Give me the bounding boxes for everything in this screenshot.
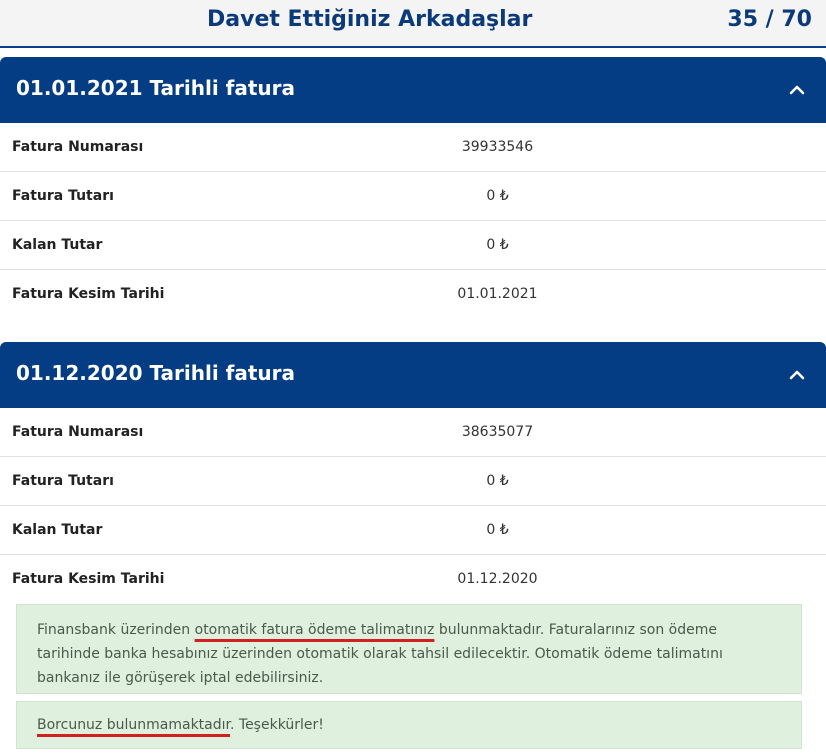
row-label: Kalan Tutar	[12, 237, 103, 253]
invoice-row: Fatura Kesim Tarihi 01.12.2020	[0, 555, 826, 604]
chevron-up-icon[interactable]	[788, 81, 806, 99]
row-label: Fatura Numarası	[12, 424, 144, 440]
row-value: 01.12.2020	[457, 571, 538, 587]
row-label: Fatura Tutarı	[12, 188, 114, 204]
autopay-info-alert: Finansbank üzerinden otomatik fatura öde…	[16, 604, 802, 694]
alert-text: Finansbank üzerinden	[37, 622, 195, 638]
row-value: 0 ₺	[486, 522, 509, 538]
invoice-row: Fatura Numarası 39933546	[0, 123, 826, 172]
row-label: Fatura Numarası	[12, 139, 144, 155]
invoice-row: Fatura Numarası 38635077	[0, 408, 826, 457]
invoice-row: Kalan Tutar 0 ₺	[0, 221, 826, 270]
invoice-row: Kalan Tutar 0 ₺	[0, 506, 826, 555]
invoice-accordion-header[interactable]: 01.01.2021 Tarihli fatura	[0, 57, 826, 123]
invoice-details: Fatura Numarası 38635077 Fatura Tutarı 0…	[0, 408, 826, 604]
row-label: Fatura Tutarı	[12, 473, 114, 489]
row-label: Kalan Tutar	[12, 522, 103, 538]
row-label: Fatura Kesim Tarihi	[12, 571, 165, 587]
invoice-title: 01.01.2021 Tarihli fatura	[16, 76, 296, 100]
invite-counter: 35 / 70	[727, 7, 812, 32]
invoice-panel: 01.01.2021 Tarihli fatura Fatura Numaras…	[0, 57, 826, 319]
no-debt-alert: Borcunuz bulunmamaktadır. Teşekkürler!	[16, 701, 802, 749]
row-value: 39933546	[461, 139, 534, 155]
page-title: Davet Ettiğiniz Arkadaşlar	[207, 7, 533, 32]
invoice-row: Fatura Kesim Tarihi 01.01.2021	[0, 270, 826, 319]
invoice-accordion-header[interactable]: 01.12.2020 Tarihli fatura	[0, 342, 826, 408]
invoice-row: Fatura Tutarı 0 ₺	[0, 457, 826, 506]
alert-text: . Teşekkürler!	[230, 717, 324, 733]
row-label: Fatura Kesim Tarihi	[12, 286, 165, 302]
invoice-details: Fatura Numarası 39933546 Fatura Tutarı 0…	[0, 123, 826, 319]
chevron-up-icon[interactable]	[788, 366, 806, 384]
row-value: 01.01.2021	[457, 286, 538, 302]
row-value: 38635077	[461, 424, 534, 440]
autopay-highlight: otomatik fatura ödeme talimatınız	[194, 622, 435, 638]
row-value: 0 ₺	[486, 473, 509, 489]
page-header: Davet Ettiğiniz Arkadaşlar 35 / 70	[0, 0, 826, 48]
no-debt-highlight: Borcunuz bulunmamaktadır	[37, 717, 230, 733]
row-value: 0 ₺	[486, 237, 509, 253]
row-value: 0 ₺	[486, 188, 509, 204]
invoice-row: Fatura Tutarı 0 ₺	[0, 172, 826, 221]
invoice-panel: 01.12.2020 Tarihli fatura Fatura Numaras…	[0, 342, 826, 604]
invoice-title: 01.12.2020 Tarihli fatura	[16, 361, 296, 385]
